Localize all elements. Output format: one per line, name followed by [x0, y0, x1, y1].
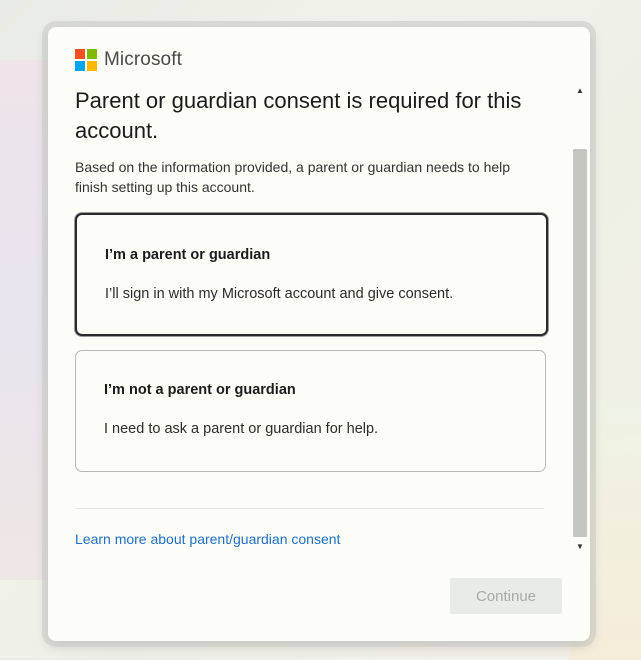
continue-button[interactable]: Continue: [450, 578, 562, 614]
microsoft-logo-icon: [75, 49, 97, 71]
option-description: I’ll sign in with my Microsoft account a…: [105, 286, 454, 302]
learn-more-link[interactable]: Learn more about parent/guardian consent: [75, 531, 340, 547]
option-title: I’m not a parent or guardian: [104, 382, 296, 398]
option-description: I need to ask a parent or guardian for h…: [104, 421, 379, 437]
dialog-scroll-area[interactable]: Microsoft Parent or guardian consent is …: [48, 27, 572, 582]
option-title: I’m a parent or guardian: [105, 247, 271, 263]
page-title: Parent or guardian consent is required f…: [75, 88, 522, 143]
page-description: Based on the information provided, a par…: [75, 159, 511, 195]
divider: [75, 508, 544, 509]
consent-dialog: Microsoft Parent or guardian consent is …: [48, 27, 590, 641]
brand-name: Microsoft: [104, 49, 182, 70]
option-not-parent-or-guardian[interactable]: I’m not a parent or guardian I need to a…: [75, 350, 546, 472]
scrollbar-thumb[interactable]: [573, 149, 587, 537]
vertical-scrollbar[interactable]: ▲ ▼: [572, 79, 588, 559]
scroll-down-arrow-icon[interactable]: ▼: [572, 541, 588, 553]
microsoft-logo: Microsoft: [75, 49, 182, 71]
scroll-up-arrow-icon[interactable]: ▲: [572, 85, 588, 97]
option-parent-or-guardian[interactable]: I’m a parent or guardian I’ll sign in wi…: [75, 213, 548, 336]
